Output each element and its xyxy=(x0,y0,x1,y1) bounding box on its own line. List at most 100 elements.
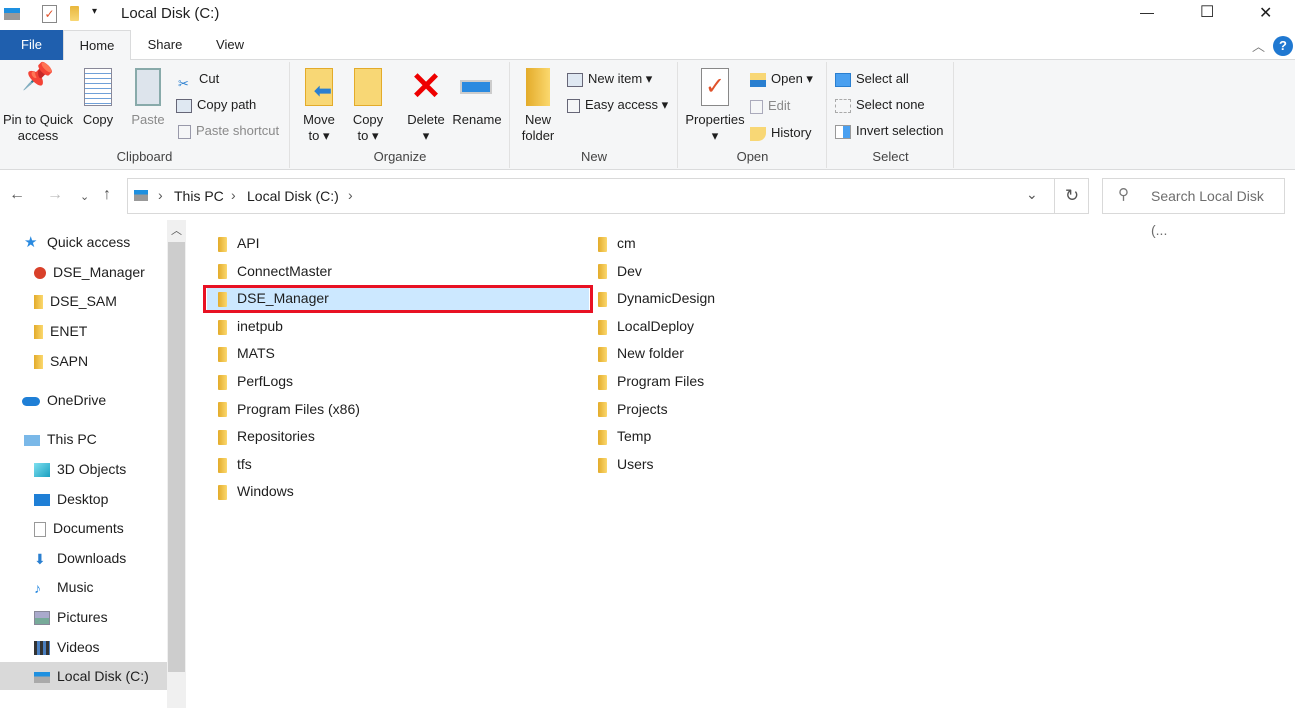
search-input[interactable]: Search Local Disk (... xyxy=(1102,178,1285,238)
up-button[interactable]: ↑ xyxy=(103,186,111,204)
scroll-up-button[interactable]: ︿ xyxy=(167,220,186,240)
history-icon xyxy=(750,126,766,141)
clipboard-group-label: Clipboard xyxy=(116,149,173,164)
sidebar-item-label: 3D Objects xyxy=(57,461,127,477)
folder-item[interactable]: Repositories xyxy=(218,423,315,449)
sidebar-item[interactable]: ⬇ Downloads xyxy=(34,544,126,572)
folder-quick-icon[interactable] xyxy=(70,6,79,21)
folder-item[interactable]: inetpub xyxy=(218,313,283,339)
sidebar-item[interactable]: Local Disk (C:) xyxy=(0,662,167,690)
copy-button[interactable]: Copy xyxy=(78,68,118,128)
help-icon[interactable]: ? xyxy=(1273,36,1293,56)
sidebar-item[interactable]: Pictures xyxy=(34,603,108,631)
collapse-ribbon-icon[interactable]: ︿ xyxy=(1252,36,1265,55)
folder-name: Program Files (x86) xyxy=(237,400,360,417)
cut-button[interactable]: ✂ Cut xyxy=(178,68,219,91)
refresh-button[interactable]: ↻ xyxy=(1054,179,1089,213)
copy-to-button[interactable]: Copy to ▾ xyxy=(348,68,388,144)
move-to-button[interactable]: ⬅ Move to ▾ xyxy=(299,68,339,144)
new-item-button[interactable]: New item ▾ xyxy=(567,68,652,90)
sidebar-item-label: Music xyxy=(57,579,94,595)
easy-access-button[interactable]: Easy access ▾ xyxy=(567,94,668,116)
back-button[interactable]: ← xyxy=(9,186,25,204)
sidebar-item[interactable]: Videos xyxy=(34,633,100,661)
folder-icon xyxy=(34,355,43,370)
history-button[interactable]: History xyxy=(750,122,811,144)
folder-icon xyxy=(598,291,607,307)
folder-name: New folder xyxy=(617,345,684,362)
breadcrumb-separator: › xyxy=(231,187,236,203)
folder-item[interactable]: Users xyxy=(598,451,654,477)
folder-name: tfs xyxy=(237,455,252,472)
sidebar-item-label: OneDrive xyxy=(47,392,107,408)
breadcrumb-this-pc[interactable]: This PC xyxy=(174,188,224,204)
folder-name: DynamicDesign xyxy=(617,290,716,307)
sidebar-item[interactable]: ENET xyxy=(34,317,87,345)
sidebar-item[interactable]: DSE_Manager xyxy=(34,258,145,286)
properties-quick-icon[interactable]: ✓ xyxy=(42,5,57,23)
folder-item[interactable]: Projects xyxy=(598,396,668,422)
tab-view[interactable]: View xyxy=(199,30,261,60)
delete-button[interactable]: ✕ Delete ▾ xyxy=(404,68,448,144)
address-bar[interactable]: › This PC › Local Disk (C:) › ⌄ ↻ xyxy=(127,178,1089,214)
sidebar-item[interactable]: ♪ Music xyxy=(34,573,94,601)
file-list: API ConnectMaster DSE_Manager inetpub MATS Pe… xyxy=(186,220,1295,708)
address-dropdown-icon[interactable]: ⌄ xyxy=(1026,186,1038,203)
customize-dropdown-icon[interactable]: ▾ xyxy=(92,6,97,17)
folder-item[interactable]: API xyxy=(218,230,260,256)
pin-quick-access-button[interactable]: 📌 Pin to Quick access xyxy=(2,63,74,144)
cube-icon xyxy=(34,463,50,478)
maximize-button[interactable]: ☐ xyxy=(1200,2,1214,22)
download-icon: ⬇ xyxy=(34,551,46,568)
folder-item[interactable]: MATS xyxy=(218,340,275,366)
navigation-scrollbar[interactable]: ︿ xyxy=(167,220,186,708)
scroll-thumb[interactable] xyxy=(168,242,185,672)
folder-item[interactable]: PerfLogs xyxy=(218,368,293,394)
open-group-label: Open xyxy=(736,149,769,164)
new-folder-button[interactable]: New folder xyxy=(517,68,559,144)
properties-button[interactable]: ✓ Properties ▾ xyxy=(683,68,747,144)
folder-item[interactable]: New folder xyxy=(598,340,684,366)
folder-item[interactable]: Temp xyxy=(598,423,651,449)
rename-button[interactable]: Rename xyxy=(451,68,503,128)
sidebar-item[interactable]: This PC xyxy=(24,425,97,453)
sidebar-item[interactable]: Documents xyxy=(34,514,124,542)
paste-shortcut-button[interactable]: Paste shortcut xyxy=(178,120,279,142)
select-group-label: Select xyxy=(872,149,909,164)
select-none-button[interactable]: Select none xyxy=(835,94,925,116)
select-all-button[interactable]: Select all xyxy=(835,68,909,90)
folder-item[interactable]: ConnectMaster xyxy=(218,258,332,284)
sidebar-item[interactable]: SAPN xyxy=(34,347,88,375)
sidebar-item[interactable]: ★ Quick access xyxy=(24,228,130,256)
folder-item[interactable]: LocalDeploy xyxy=(598,313,694,339)
search-icon: ⚲ xyxy=(1118,186,1129,203)
paste-button[interactable]: Paste xyxy=(128,68,168,128)
breadcrumb-local-disk[interactable]: Local Disk (C:) xyxy=(247,188,339,204)
computer-icon xyxy=(24,434,40,446)
sidebar-item[interactable]: DSE_SAM xyxy=(34,287,117,315)
open-button[interactable]: Open ▾ xyxy=(750,68,813,90)
folder-item[interactable]: Windows xyxy=(218,478,294,504)
minimize-button[interactable]: — xyxy=(1140,4,1154,20)
invert-selection-button[interactable]: Invert selection xyxy=(835,120,943,142)
folder-item[interactable]: tfs xyxy=(218,451,252,477)
folder-item[interactable]: DynamicDesign xyxy=(598,285,715,311)
sidebar-item-label: Local Disk (C:) xyxy=(57,668,149,684)
sidebar-item[interactable]: OneDrive xyxy=(22,386,106,414)
ribbon-tabs: File Home Share View ︿ ? xyxy=(0,30,1295,61)
tab-share[interactable]: Share xyxy=(133,30,197,60)
edit-button[interactable]: Edit xyxy=(750,95,790,117)
copy-path-button[interactable]: Copy path xyxy=(176,94,256,116)
delete-x-icon: ✕ xyxy=(410,66,442,108)
folder-item[interactable]: Dev xyxy=(598,258,642,284)
tab-file[interactable]: File xyxy=(0,30,63,60)
folder-item[interactable]: cm xyxy=(598,230,636,256)
close-button[interactable]: ✕ xyxy=(1259,3,1272,23)
folder-item[interactable]: Program Files (x86) xyxy=(218,396,360,422)
tab-home[interactable]: Home xyxy=(63,30,131,61)
sidebar-item[interactable]: 3D Objects xyxy=(34,455,126,483)
folder-item[interactable]: Program Files xyxy=(598,368,704,394)
forward-button[interactable]: → xyxy=(47,186,63,204)
sidebar-item[interactable]: Desktop xyxy=(34,485,108,513)
recent-locations-button[interactable]: ⌄ xyxy=(80,190,89,203)
